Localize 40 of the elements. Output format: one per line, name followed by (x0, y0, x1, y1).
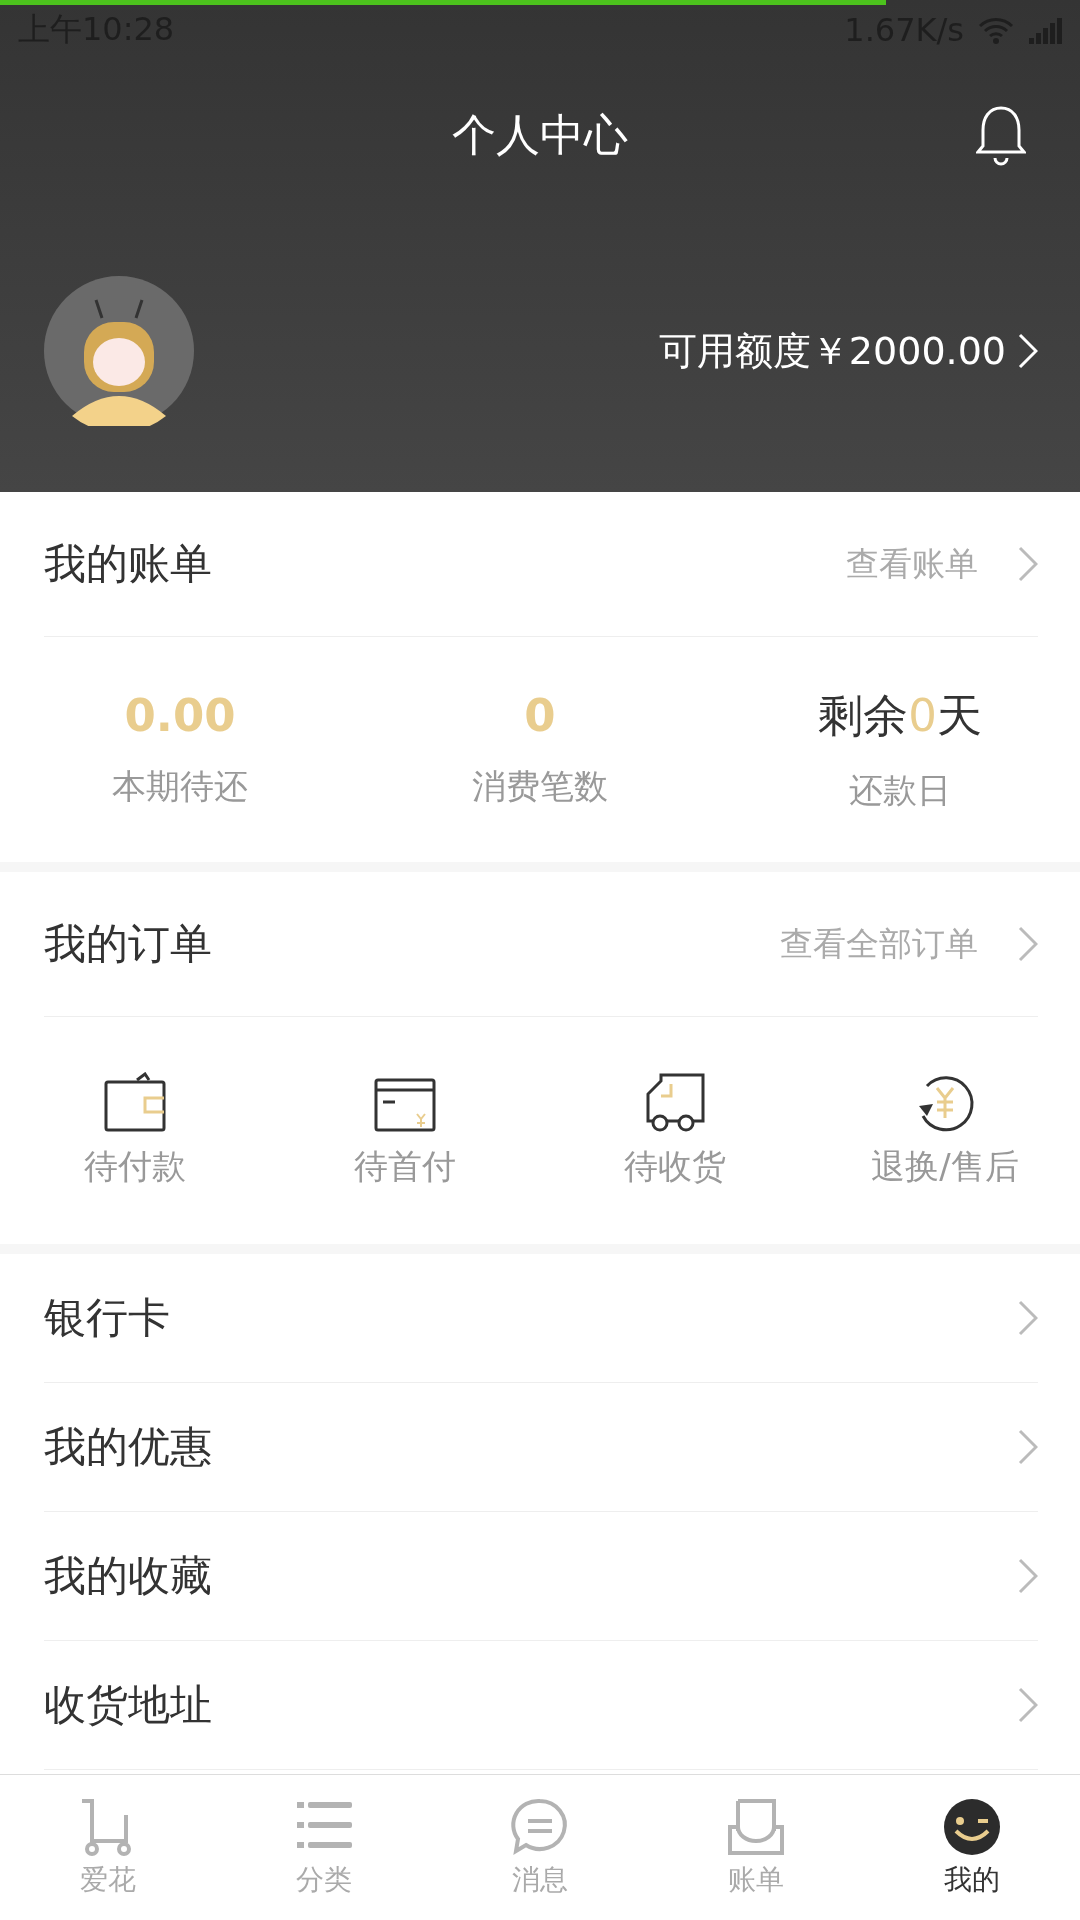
chevron-right-icon (1018, 1558, 1038, 1594)
credit-limit-link[interactable]: 可用额度￥2000.00 (658, 325, 1038, 377)
tab-item[interactable]: 我的 (864, 1775, 1080, 1920)
menu-item[interactable]: 收货地址 (44, 1677, 212, 1733)
tray-icon (726, 1796, 786, 1857)
section-title: 我的订单 (44, 918, 212, 970)
stat-label: 消费笔数 (472, 765, 608, 808)
tab-item[interactable]: 分类 (216, 1775, 432, 1920)
menu-item[interactable]: 我的优惠 (44, 1419, 212, 1475)
menu-item[interactable]: 银行卡 (44, 1290, 170, 1346)
chevron-right-icon (1018, 1687, 1038, 1723)
stat-value: 0 (524, 689, 556, 742)
stat-label: 本期待还 (112, 765, 248, 808)
avatar[interactable] (44, 276, 194, 426)
chevron-right-icon (1018, 1429, 1038, 1465)
tab-item[interactable]: 爱花 (0, 1775, 216, 1920)
bell-icon[interactable] (976, 104, 1026, 166)
chevron-right-icon (1018, 333, 1038, 369)
order-status-label[interactable]: 待收货 (624, 1143, 726, 1190)
order-status-label[interactable]: 待付款 (84, 1143, 186, 1190)
stat-label: 还款日 (849, 768, 951, 812)
message-icon (510, 1796, 570, 1857)
section-title: 我的账单 (44, 538, 212, 590)
days-remaining: 剩余0天 (818, 687, 982, 744)
chevron-right-icon (1018, 1300, 1038, 1336)
view-orders-link[interactable]: 查看全部订单 (780, 921, 978, 967)
stat-value: 0.00 (124, 689, 236, 742)
view-bill-link[interactable]: 查看账单 (846, 541, 978, 587)
signal-icon (1028, 16, 1064, 44)
order-status-label[interactable]: 待首付 (354, 1143, 456, 1190)
chevron-right-icon (1018, 926, 1038, 962)
wifi-icon (978, 16, 1014, 44)
menu-item[interactable]: 我的收藏 (44, 1548, 212, 1604)
wallet-icon (103, 1071, 167, 1134)
order-status-label[interactable]: 退换/售后 (871, 1143, 1019, 1190)
wink-face-icon (942, 1796, 1002, 1857)
tab-item[interactable]: 账单 (648, 1775, 864, 1920)
tab-item[interactable]: 消息 (432, 1775, 648, 1920)
page-title: 个人中心 (452, 107, 628, 162)
chevron-right-icon (1018, 546, 1038, 582)
